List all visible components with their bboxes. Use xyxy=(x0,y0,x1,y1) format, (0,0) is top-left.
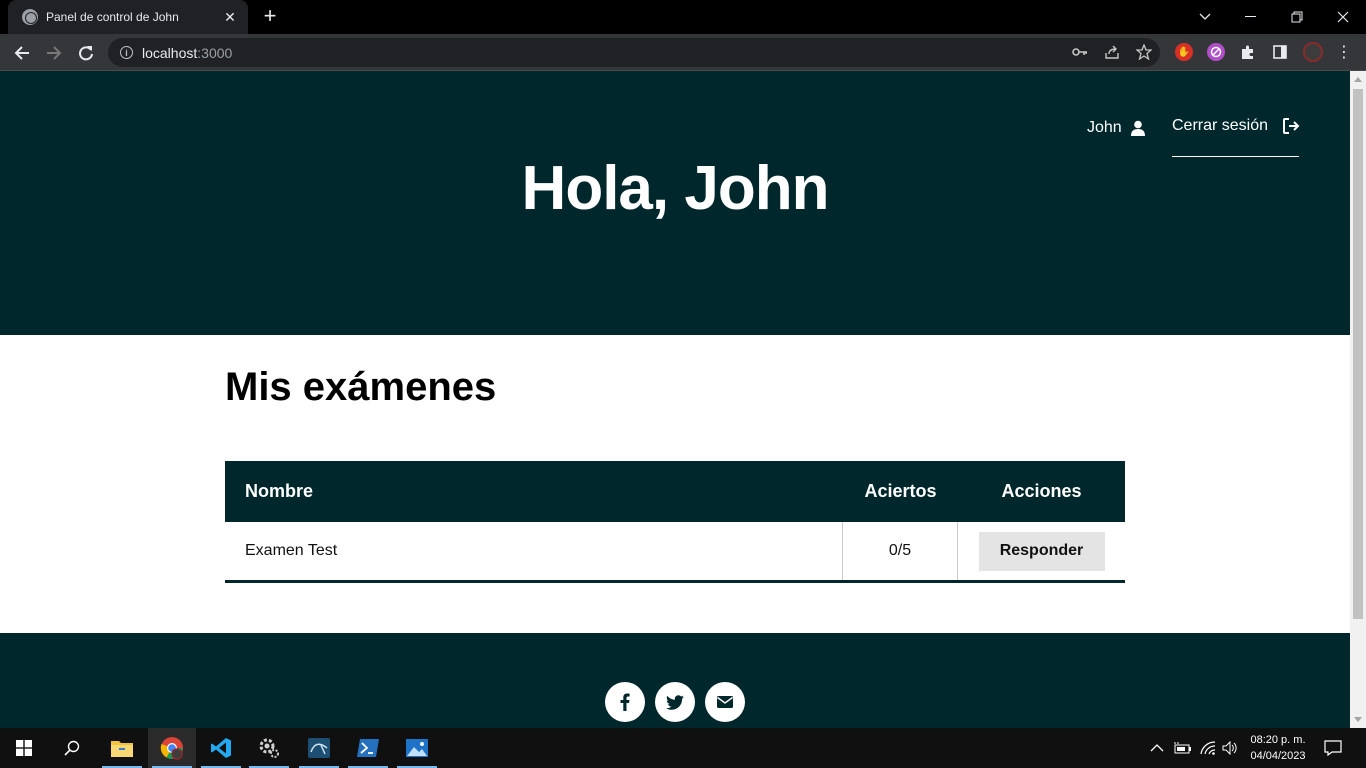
scrollbar-thumb[interactable] xyxy=(1353,89,1363,619)
browser-tab-bar: Panel de control de John ✕ + xyxy=(0,0,1366,34)
globe-icon xyxy=(22,9,38,25)
share-icon[interactable] xyxy=(1102,42,1122,62)
windows-taskbar: 08:20 p. m. 04/04/2023 xyxy=(0,728,1366,768)
file-explorer-icon[interactable] xyxy=(98,728,146,768)
url-host: localhost xyxy=(142,44,198,61)
envelope-icon[interactable] xyxy=(705,682,745,722)
page-scrollbar[interactable] xyxy=(1350,71,1366,728)
tab-close-button[interactable]: ✕ xyxy=(222,9,238,26)
column-header-actions: Acciones xyxy=(1001,481,1082,501)
menu-kebab-icon[interactable]: ⋮ xyxy=(1335,43,1353,61)
battery-icon[interactable] xyxy=(1174,728,1192,768)
powershell-icon[interactable] xyxy=(344,728,392,768)
key-icon[interactable] xyxy=(1070,42,1090,62)
facebook-icon[interactable] xyxy=(605,682,645,722)
clock-date: 04/04/2023 xyxy=(1250,750,1306,762)
back-button[interactable] xyxy=(9,40,35,66)
page-viewport: John Cerrar sesión Hola, John Mis exámen… xyxy=(0,71,1350,728)
minimize-button[interactable] xyxy=(1228,0,1274,34)
chrome-icon[interactable] xyxy=(148,728,196,768)
browser-toolbar: i localhost :3000 ✋ ⋮ xyxy=(0,34,1366,71)
twitter-icon[interactable] xyxy=(655,682,695,722)
puzzle-extensions-icon[interactable] xyxy=(1239,43,1257,61)
logout-link[interactable]: Cerrar sesión xyxy=(1172,117,1300,157)
profile-avatar-icon[interactable] xyxy=(1303,42,1323,62)
username-label: John xyxy=(1087,119,1122,136)
user-icon xyxy=(1130,120,1146,136)
answer-button[interactable]: Responder xyxy=(978,531,1105,571)
new-tab-button[interactable]: + xyxy=(258,5,282,27)
exam-name: Examen Test xyxy=(225,522,843,580)
scroll-down-arrow-icon[interactable] xyxy=(1354,717,1362,722)
stop-hand-extension-icon[interactable]: ✋ xyxy=(1175,43,1193,61)
tab-search-icon[interactable] xyxy=(1182,0,1228,34)
exams-table: Nombre Aciertos Acciones Examen Test 0/5… xyxy=(225,461,1125,583)
tray-chevron-up-icon[interactable] xyxy=(1150,728,1164,768)
tab-title: Panel de control de John xyxy=(46,10,179,24)
notification-center-icon[interactable] xyxy=(1324,728,1342,768)
restore-button[interactable] xyxy=(1274,0,1320,34)
scroll-up-arrow-icon[interactable] xyxy=(1354,77,1362,82)
column-header-name: Nombre xyxy=(245,481,314,501)
info-icon[interactable]: i xyxy=(120,46,133,59)
logout-label: Cerrar sesión xyxy=(1172,117,1269,134)
volume-icon[interactable] xyxy=(1222,728,1238,768)
user-profile-link[interactable]: John xyxy=(1087,119,1146,137)
photos-icon[interactable] xyxy=(393,728,441,768)
search-icon[interactable] xyxy=(48,728,96,768)
table-header: Nombre Aciertos Acciones xyxy=(225,461,1125,522)
section-title: Mis exámenes xyxy=(225,365,497,409)
windows-start-icon[interactable] xyxy=(0,728,48,768)
bookmark-star-icon[interactable] xyxy=(1134,42,1154,62)
wifi-icon[interactable] xyxy=(1200,728,1216,768)
exam-score: 0/5 xyxy=(843,522,958,580)
footer xyxy=(0,633,1350,728)
url-port: :3000 xyxy=(197,44,233,61)
reload-button[interactable] xyxy=(73,40,99,66)
greeting-heading: Hola, John xyxy=(521,154,830,223)
table-row: Examen Test 0/5 Responder xyxy=(225,522,1125,580)
sign-out-icon xyxy=(1282,117,1300,135)
clock-time: 08:20 p. m. xyxy=(1250,734,1306,746)
close-window-button[interactable] xyxy=(1320,0,1366,34)
taskbar-clock[interactable]: 08:20 p. m. 04/04/2023 xyxy=(1240,732,1316,764)
settings-gear-icon[interactable] xyxy=(245,728,293,768)
side-panel-icon[interactable] xyxy=(1271,43,1289,61)
block-extension-icon[interactable] xyxy=(1207,43,1225,61)
forward-button[interactable] xyxy=(41,40,67,66)
column-header-score: Aciertos xyxy=(864,481,937,501)
browser-tab[interactable]: Panel de control de John ✕ xyxy=(8,0,248,34)
vscode-icon[interactable] xyxy=(197,728,245,768)
exam-actions: Responder xyxy=(958,522,1125,580)
address-bar[interactable]: i localhost :3000 xyxy=(108,38,1160,67)
mysql-workbench-icon[interactable] xyxy=(295,728,343,768)
header-banner: John Cerrar sesión Hola, John xyxy=(0,71,1350,335)
